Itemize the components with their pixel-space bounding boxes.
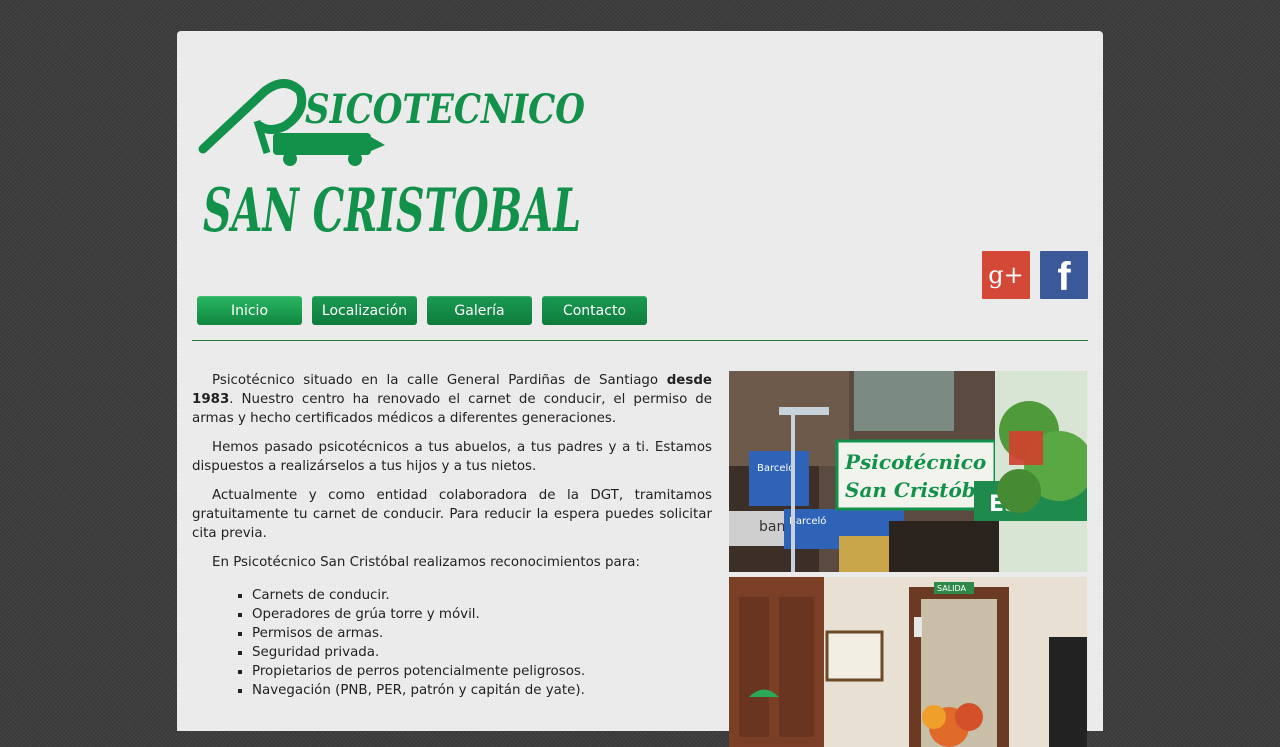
google-plus-icon: g+ [988, 261, 1024, 289]
svg-text:San Cristóbal: San Cristóbal [845, 478, 997, 502]
wall-picture [825, 630, 884, 682]
intro-paragraph-4: En Psicotécnico San Cristóbal realizamos… [212, 555, 640, 570]
logo-line-2: SAN CRISTOBAL [203, 176, 581, 243]
nav-galeria[interactable]: Galería [427, 296, 532, 325]
logo-tractor-body [273, 133, 371, 155]
shop-sign-barcelo [749, 451, 809, 506]
main-panel: SICOTECNICO SAN CRISTOBAL g+ f Inicio Lo… [177, 31, 1103, 747]
main-nav: Inicio Localización Galería Contacto [197, 296, 647, 325]
intro-content: Psicotécnico situado en la calle General… [192, 371, 712, 700]
svg-text:ban: ban [759, 519, 785, 535]
svg-text:Barceló: Barceló [757, 462, 794, 474]
interior-photo: SALIDA [729, 577, 1087, 747]
nav-contacto[interactable]: Contacto [542, 296, 647, 325]
nav-localizacion[interactable]: Localización [312, 296, 417, 325]
logo-graphic: SICOTECNICO SAN CRISTOBAL [198, 79, 585, 243]
site-logo[interactable]: SICOTECNICO SAN CRISTOBAL [195, 71, 595, 243]
logo-wheel-icon [283, 152, 297, 166]
list-item: Carnets de conducir. [252, 586, 712, 605]
street-lamp [791, 411, 795, 572]
list-item: Propietarios de perros potencialmente pe… [252, 662, 712, 681]
logo-tractor-arm [371, 137, 385, 151]
logo-wheel-icon [348, 152, 362, 166]
storefront-photo: Barceló Barceló ban Psicotécnico San Cri… [729, 371, 1087, 572]
services-list: Carnets de conducir. Operadores de grúa … [192, 586, 712, 700]
facebook-icon: f [1057, 254, 1071, 299]
logo-line-1: SICOTECNICO [305, 86, 585, 133]
google-plus-button[interactable]: g+ [982, 251, 1030, 299]
intro-paragraph-1: Psicotécnico situado en la calle General… [192, 373, 712, 426]
list-item: Permisos de armas. [252, 624, 712, 643]
list-item: Navegación (PNB, PER, patrón y capitán d… [252, 681, 712, 700]
intro-paragraph-2: Hemos pasado psicotécnicos a tus abuelos… [192, 440, 712, 474]
intro-paragraph-3: Actualmente y como entidad colaboradora … [192, 488, 712, 541]
upper-sign [854, 371, 954, 431]
facebook-button[interactable]: f [1040, 251, 1088, 299]
list-item: Seguridad privada. [252, 643, 712, 662]
svg-text:SALIDA: SALIDA [937, 584, 967, 593]
list-item: Operadores de grúa torre y móvil. [252, 605, 712, 624]
header-divider [192, 340, 1088, 341]
nav-inicio[interactable]: Inicio [197, 296, 302, 325]
svg-text:Psicotécnico: Psicotécnico [844, 450, 986, 474]
